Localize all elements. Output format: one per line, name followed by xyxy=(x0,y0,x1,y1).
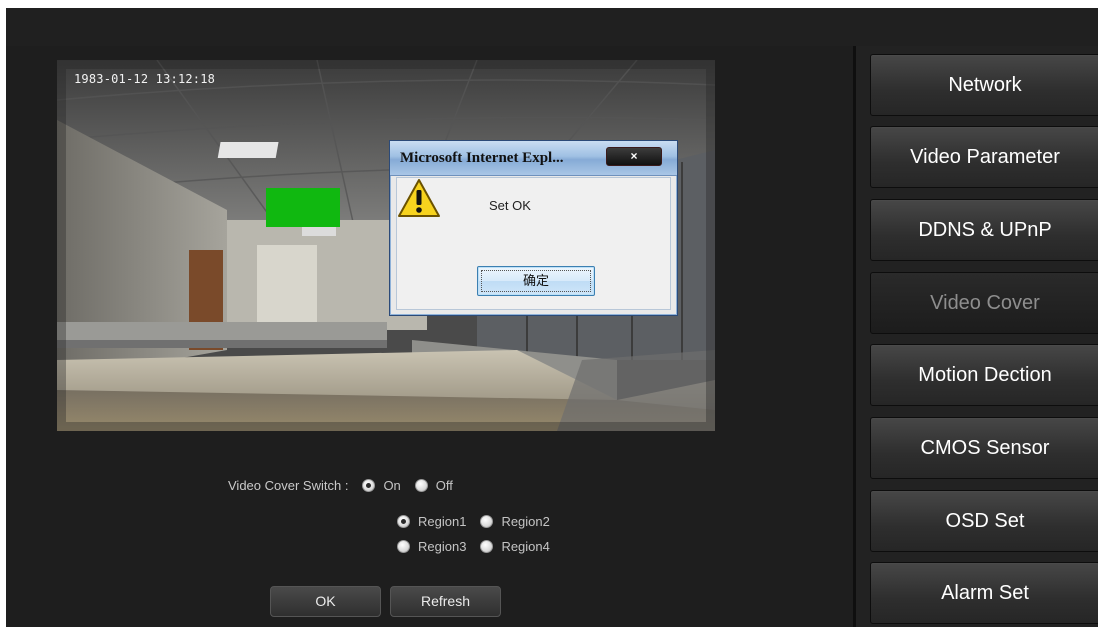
menu-item-video-cover[interactable]: Video Cover xyxy=(870,272,1098,334)
menu-item-motion-dection[interactable]: Motion Dection xyxy=(870,344,1098,406)
dialog-ok-button[interactable]: 确定 xyxy=(477,266,595,296)
menu-item-cmos-sensor[interactable]: CMOS Sensor xyxy=(870,417,1098,479)
region1-radio[interactable] xyxy=(397,515,410,528)
menu-item-alarm-set[interactable]: Alarm Set xyxy=(870,562,1098,624)
switch-off-label: Off xyxy=(435,478,453,493)
menu-item-osd-set[interactable]: OSD Set xyxy=(870,490,1098,552)
ok-button[interactable]: OK xyxy=(270,586,381,617)
region1-option[interactable]: Region1 xyxy=(397,514,466,529)
dialog-titlebar[interactable]: Microsoft Internet Expl... × xyxy=(390,141,677,176)
warning-icon xyxy=(398,179,440,217)
menu-item-video-parameter[interactable]: Video Parameter xyxy=(870,126,1098,188)
settings-menu: Network Video Parameter DDNS & UPnP Vide… xyxy=(853,46,1098,627)
region2-label: Region2 xyxy=(501,514,550,529)
dialog-body: Set OK 确定 xyxy=(396,177,671,310)
app-window: 1983-01-12 13:12:18 Microsoft Internet E… xyxy=(6,8,1098,627)
menu-item-network[interactable]: Network xyxy=(870,54,1098,116)
top-bar xyxy=(6,8,1098,46)
switch-off-radio[interactable] xyxy=(414,479,428,492)
video-timestamp: 1983-01-12 13:12:18 xyxy=(74,72,216,86)
region-row-1: Region1 Region2 xyxy=(397,514,550,529)
region2-option[interactable]: Region2 xyxy=(480,514,550,529)
switch-on-label: On xyxy=(383,478,401,493)
region3-option[interactable]: Region3 xyxy=(397,539,466,554)
focus-ring xyxy=(481,270,591,292)
switch-off-option[interactable]: Off xyxy=(414,478,453,493)
main-panel: 1983-01-12 13:12:18 Microsoft Internet E… xyxy=(6,46,853,627)
close-icon[interactable]: × xyxy=(606,147,662,166)
region1-label: Region1 xyxy=(418,514,467,529)
video-cover-region[interactable] xyxy=(266,188,340,227)
refresh-button[interactable]: Refresh xyxy=(390,586,501,617)
region4-radio[interactable] xyxy=(480,540,494,553)
video-cover-switch-label: Video Cover Switch : xyxy=(228,478,349,493)
menu-item-ddns-upnp[interactable]: DDNS & UPnP xyxy=(870,199,1098,261)
region3-radio[interactable] xyxy=(397,540,410,553)
region2-radio[interactable] xyxy=(480,515,494,528)
region4-label: Region4 xyxy=(501,539,550,554)
region-row-2: Region3 Region4 xyxy=(397,539,550,554)
region3-label: Region3 xyxy=(418,539,467,554)
switch-on-option[interactable]: On xyxy=(362,478,401,493)
video-preview: 1983-01-12 13:12:18 Microsoft Internet E… xyxy=(57,60,715,431)
alert-dialog: Microsoft Internet Expl... × Set OK 确定 xyxy=(389,140,678,316)
region4-option[interactable]: Region4 xyxy=(480,539,550,554)
switch-on-radio[interactable] xyxy=(362,479,376,492)
dialog-message: Set OK xyxy=(489,198,531,213)
video-cover-switch-row: Video Cover Switch : On Off xyxy=(228,478,453,493)
dialog-title: Microsoft Internet Expl... xyxy=(400,150,564,166)
